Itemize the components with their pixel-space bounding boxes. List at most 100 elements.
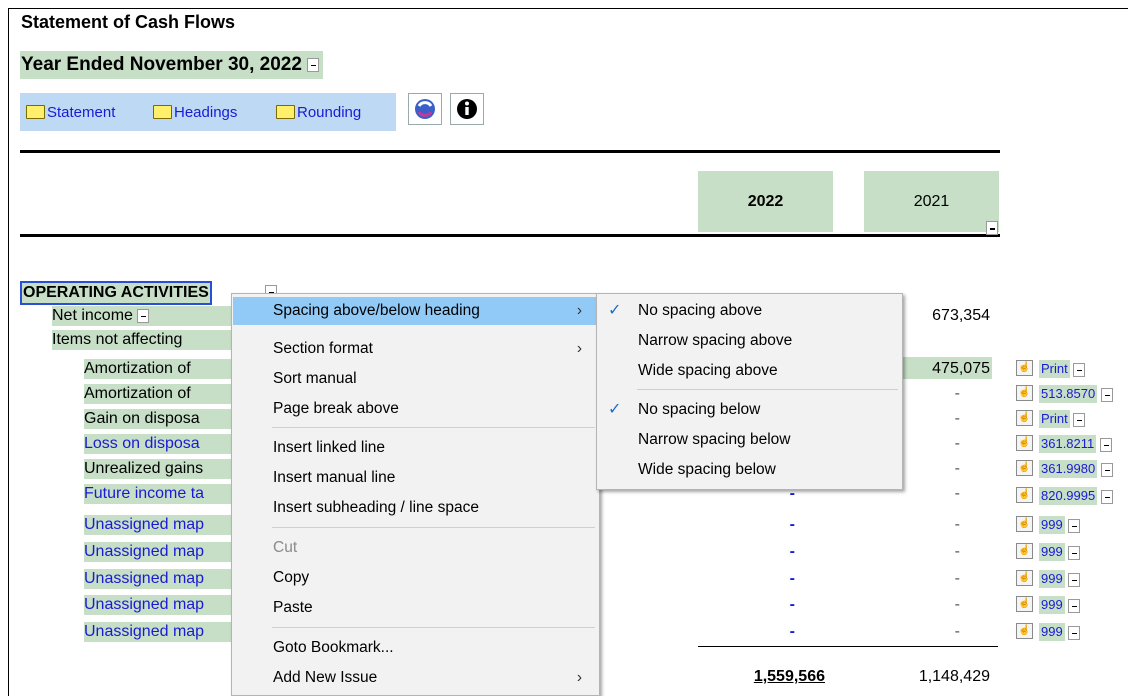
period-label: Year Ended November 30, 2022 <box>21 54 302 75</box>
hand-pointer-icon[interactable]: ☝ <box>1016 385 1033 401</box>
row-unassigned-3[interactable]: Unassigned map <box>84 569 232 589</box>
hand-pointer-icon[interactable]: ☝ <box>1016 460 1033 476</box>
chevron-down-icon[interactable] <box>1100 462 1113 477</box>
row-ref-10[interactable]: ☝ 999 <box>1016 543 1081 561</box>
row-net-income[interactable]: Net income <box>52 306 232 326</box>
chevron-down-icon[interactable] <box>1068 625 1081 640</box>
statement-button[interactable]: Statement <box>26 104 115 121</box>
row-unassigned-5[interactable]: Unassigned map <box>84 622 232 642</box>
chevron-down-icon[interactable] <box>1073 362 1086 377</box>
column-2021-dropdown-icon[interactable] <box>986 221 998 235</box>
top-rule <box>20 150 1000 153</box>
value-2021-row12: - <box>954 623 960 640</box>
menu-item-page-break[interactable]: Page break above <box>233 395 598 423</box>
row-unassigned-1[interactable]: Unassigned map <box>84 515 232 535</box>
row-future-income-tax[interactable]: Future income ta <box>84 484 232 504</box>
refresh-button[interactable] <box>408 93 442 125</box>
menu-item-spacing[interactable]: Spacing above/below heading › <box>233 297 598 325</box>
header-rule <box>20 234 1000 237</box>
value-2021-row11: - <box>954 596 960 613</box>
chevron-right-icon: › <box>576 340 582 357</box>
menu-item-add-issue[interactable]: Add New Issue › <box>233 664 598 692</box>
headings-button[interactable]: Headings <box>153 104 237 121</box>
row-ref-5[interactable]: ☝ Print <box>1016 410 1086 428</box>
hand-pointer-icon[interactable]: ☝ <box>1016 487 1033 503</box>
column-2021[interactable]: 2021 <box>864 171 999 216</box>
submenu-wide-spacing-below[interactable]: Wide spacing below <box>598 456 901 484</box>
menu-item-sort-manual[interactable]: Sort manual <box>233 365 598 393</box>
hand-pointer-icon[interactable]: ☝ <box>1016 360 1033 376</box>
toolbar: Statement Headings Rounding <box>20 93 396 131</box>
menu-item-paste[interactable]: Paste <box>233 594 598 622</box>
row-ref-6[interactable]: ☝ 361.8211 <box>1016 435 1112 453</box>
value-2022-row11: - <box>789 596 795 613</box>
hand-pointer-icon[interactable]: ☝ <box>1016 435 1033 451</box>
rounding-button[interactable]: Rounding <box>276 104 361 121</box>
menu-item-insert-linked[interactable]: Insert linked line <box>233 434 598 462</box>
row-unrealized-gains[interactable]: Unrealized gains <box>84 459 232 479</box>
hand-pointer-icon[interactable]: ☝ <box>1016 516 1033 532</box>
row-ref-13[interactable]: ☝ 999 <box>1016 623 1081 641</box>
menu-item-copy[interactable]: Copy <box>233 564 598 592</box>
chevron-down-icon[interactable] <box>1073 412 1086 427</box>
chevron-down-icon[interactable] <box>1099 437 1112 452</box>
chevron-down-icon[interactable] <box>137 308 150 323</box>
row-unassigned-2[interactable]: Unassigned map <box>84 542 232 562</box>
value-2022-row12: - <box>789 623 795 640</box>
menu-item-insert-manual[interactable]: Insert manual line <box>233 464 598 492</box>
menu-item-cut[interactable]: Cut <box>233 534 598 562</box>
row-ref-11[interactable]: ☝ 999 <box>1016 570 1081 588</box>
submenu-no-spacing-above[interactable]: ✓ No spacing above <box>598 297 901 325</box>
spacing-submenu: ✓ No spacing above Narrow spacing above W… <box>596 293 903 490</box>
menu-separator <box>272 427 595 428</box>
submenu-narrow-spacing-below[interactable]: Narrow spacing below <box>598 426 901 454</box>
row-loss-on-disposal[interactable]: Loss on disposa <box>84 434 232 454</box>
chevron-down-icon[interactable] <box>307 57 320 72</box>
info-icon <box>457 99 477 119</box>
menu-item-insert-subheading[interactable]: Insert subheading / line space <box>233 494 598 522</box>
chevron-down-icon[interactable] <box>1068 572 1081 587</box>
row-gain-on-disposal[interactable]: Gain on disposa <box>84 409 232 429</box>
context-menu: Spacing above/below heading › Section for… <box>231 293 600 696</box>
row-ref-7[interactable]: ☝ 361.9980 <box>1016 460 1113 478</box>
row-ref-8[interactable]: ☝ 820.9995 <box>1016 487 1113 505</box>
submenu-wide-spacing-above[interactable]: Wide spacing above <box>598 357 901 385</box>
hand-pointer-icon[interactable]: ☝ <box>1016 543 1033 559</box>
chevron-down-icon[interactable] <box>1068 545 1081 560</box>
hand-pointer-icon[interactable]: ☝ <box>1016 410 1033 426</box>
row-unassigned-4[interactable]: Unassigned map <box>84 595 232 615</box>
row-items-not-affecting[interactable]: Items not affecting <box>52 330 232 350</box>
refresh-icon <box>415 99 435 119</box>
column-2021-notch <box>849 216 864 232</box>
menu-item-goto-bookmark[interactable]: Goto Bookmark... <box>233 634 598 662</box>
row-ref-9[interactable]: ☝ 999 <box>1016 516 1081 534</box>
menu-separator <box>272 627 595 628</box>
hand-pointer-icon[interactable]: ☝ <box>1016 623 1033 639</box>
row-ref-4[interactable]: ☝ 513.8570 <box>1016 385 1113 403</box>
row-ref-12[interactable]: ☝ 999 <box>1016 596 1081 614</box>
total-rule <box>698 646 998 647</box>
submenu-narrow-spacing-above[interactable]: Narrow spacing above <box>598 327 901 355</box>
row-amortization-2[interactable]: Amortization of <box>84 384 232 404</box>
chevron-right-icon: › <box>576 302 582 319</box>
value-2021-row10: - <box>954 570 960 587</box>
folder-icon <box>276 105 295 119</box>
statement-title: Statement of Cash Flows <box>21 12 236 32</box>
total-2021: 1,148,429 <box>918 668 990 685</box>
section-heading[interactable]: OPERATING ACTIVITIES <box>20 281 212 305</box>
chevron-down-icon[interactable] <box>1068 598 1081 613</box>
value-2022-row8: - <box>789 516 795 533</box>
row-ref-3[interactable]: ☝ Print <box>1016 360 1086 378</box>
chevron-down-icon[interactable] <box>1100 489 1113 504</box>
menu-item-section-format[interactable]: Section format › <box>233 335 598 363</box>
chevron-down-icon[interactable] <box>1068 518 1081 533</box>
submenu-no-spacing-below[interactable]: ✓ No spacing below <box>598 396 901 424</box>
info-button[interactable] <box>450 93 484 125</box>
chevron-down-icon[interactable] <box>1100 387 1113 402</box>
folder-icon <box>26 105 45 119</box>
column-2022[interactable]: 2022 <box>698 171 833 232</box>
hand-pointer-icon[interactable]: ☝ <box>1016 570 1033 586</box>
period-selector[interactable]: Year Ended November 30, 2022 <box>20 51 324 79</box>
hand-pointer-icon[interactable]: ☝ <box>1016 596 1033 612</box>
row-amortization-1[interactable]: Amortization of <box>84 359 232 379</box>
